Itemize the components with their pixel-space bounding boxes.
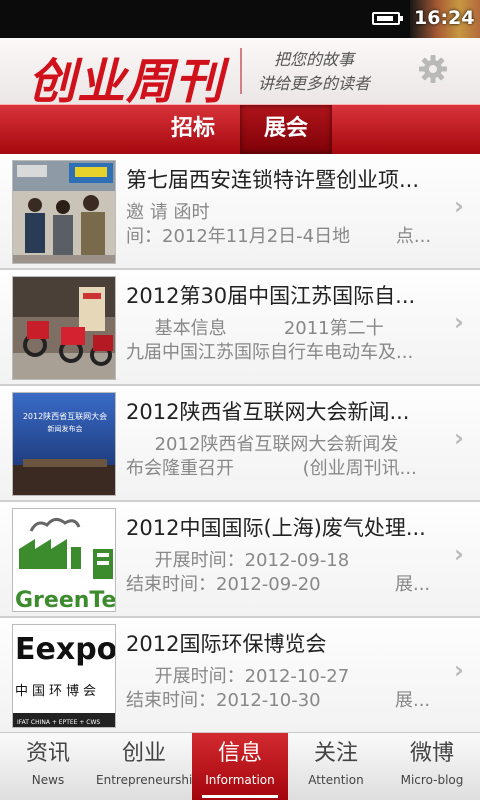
header-slogan: 把您的故事 讲给更多的读者 (258, 48, 370, 96)
app-header: 创业周刊 把您的故事 讲给更多的读者 (0, 38, 480, 110)
chevron-right-icon: › (454, 192, 464, 220)
item-title: 2012第30届中国江苏国际自... (126, 284, 416, 308)
tab-exhibition[interactable]: 展会 (240, 105, 332, 154)
bottom-nav: 资讯 News 创业 Entrepreneurship 信息 Informati… (0, 732, 480, 800)
nav-microblog[interactable]: 微博 Micro-blog (384, 733, 480, 800)
gear-icon[interactable] (418, 54, 448, 84)
thumb-small-text: IFAT CHINA + EPTEE + CWS (17, 719, 100, 726)
nav-attention-label: 关注 (313, 741, 358, 766)
status-bar: 16:24 (0, 0, 480, 38)
item-thumbnail (12, 160, 116, 264)
nav-microblog-sublabel: Micro-blog (400, 773, 464, 787)
nav-entrepreneurship[interactable]: 创业 Entrepreneurship (96, 733, 200, 800)
thumb-banner-text: 2012陕西省互联网大会 (23, 411, 107, 421)
item-summary-line-1: 基本信息 2011第二十 (126, 318, 384, 339)
list-item[interactable]: 2012第30届中国江苏国际自... 基本信息 2011第二十 九届中国江苏国际… (0, 270, 480, 386)
item-title: 2012陕西省互联网大会新闻... (126, 400, 410, 424)
item-summary-line-1: 开展时间：2012-09-18 (126, 550, 350, 571)
list-item[interactable]: 第七届西安连锁特许暨创业项... 邀 请 函时 间：2012年11月2日-4日地… (0, 154, 480, 270)
header-divider (240, 48, 242, 94)
item-summary-line-2: 九届中国江苏国际自行车电动车及... (126, 342, 414, 363)
list-item[interactable]: Eexpo 中国环博会 IFAT CHINA + EPTEE + CWS 201… (0, 618, 480, 732)
battery-icon (372, 12, 403, 25)
item-thumbnail: 2012陕西省互联网大会 新闻发布会 (12, 392, 116, 496)
item-summary-line-1: 2012陕西省互联网大会新闻发 (126, 434, 399, 455)
item-title: 2012中国国际(上海)废气处理... (126, 516, 426, 540)
status-time: 16:24 (414, 7, 475, 29)
item-title: 第七届西安连锁特许暨创业项... (126, 168, 420, 192)
item-summary-line-1: 邀 请 函时 (126, 202, 210, 223)
nav-attention-sublabel: Attention (308, 773, 364, 787)
list-item[interactable]: 2012陕西省互联网大会 新闻发布会 2012陕西省互联网大会新闻... 201… (0, 386, 480, 502)
thumb-logo-text: GreenTech (15, 588, 116, 612)
nav-information[interactable]: 信息 Information (192, 733, 288, 800)
item-title: 2012国际环保博览会 (126, 632, 327, 656)
chevron-right-icon: › (454, 656, 464, 684)
item-summary-line-2: 间：2012年11月2日-4日地 点... (126, 226, 432, 247)
nav-attention[interactable]: 关注 Attention (288, 733, 384, 800)
nav-news-sublabel: News (31, 773, 65, 787)
category-tabs: 招标 展会 (0, 104, 480, 154)
chevron-right-icon: › (454, 308, 464, 336)
thumb-banner-subtext: 新闻发布会 (48, 424, 83, 433)
item-thumbnail: Eexpo 中国环博会 IFAT CHINA + EPTEE + CWS (12, 624, 116, 728)
nav-entrepreneurship-sublabel: Entrepreneurship (96, 773, 200, 787)
nav-news-label: 资讯 (25, 741, 70, 766)
nav-information-label: 信息 (217, 741, 262, 766)
slogan-line-1: 把您的故事 (274, 50, 355, 69)
thumb-cn-text: 中国环博会 (15, 684, 100, 699)
nav-microblog-label: 微博 (409, 741, 454, 766)
nav-information-sublabel: Information (205, 773, 275, 787)
slogan-line-2: 讲给更多的读者 (258, 74, 371, 93)
item-thumbnail (12, 276, 116, 380)
app-logo: 创业周刊 (28, 54, 225, 110)
chevron-right-icon: › (454, 540, 464, 568)
thumb-logo-text: Eexpo (15, 632, 116, 667)
item-summary-line-1: 开展时间：2012-10-27 (126, 666, 350, 687)
tab-bidding[interactable]: 招标 (146, 105, 240, 154)
chevron-right-icon: › (454, 424, 464, 452)
item-summary-line-2: 布会隆重召开 (创业周刊讯... (126, 458, 417, 479)
list-item[interactable]: GreenTech 2012中国国际(上海)废气处理... 开展时间：2012-… (0, 502, 480, 618)
item-summary-line-2: 结束时间：2012-09-20 展... (126, 574, 431, 595)
news-list: 第七届西安连锁特许暨创业项... 邀 请 函时 间：2012年11月2日-4日地… (0, 154, 480, 732)
item-summary-line-2: 结束时间：2012-10-30 展... (126, 690, 431, 711)
item-thumbnail: GreenTech (12, 508, 116, 612)
nav-entrepreneurship-label: 创业 (121, 741, 166, 766)
nav-news[interactable]: 资讯 News (0, 733, 96, 800)
